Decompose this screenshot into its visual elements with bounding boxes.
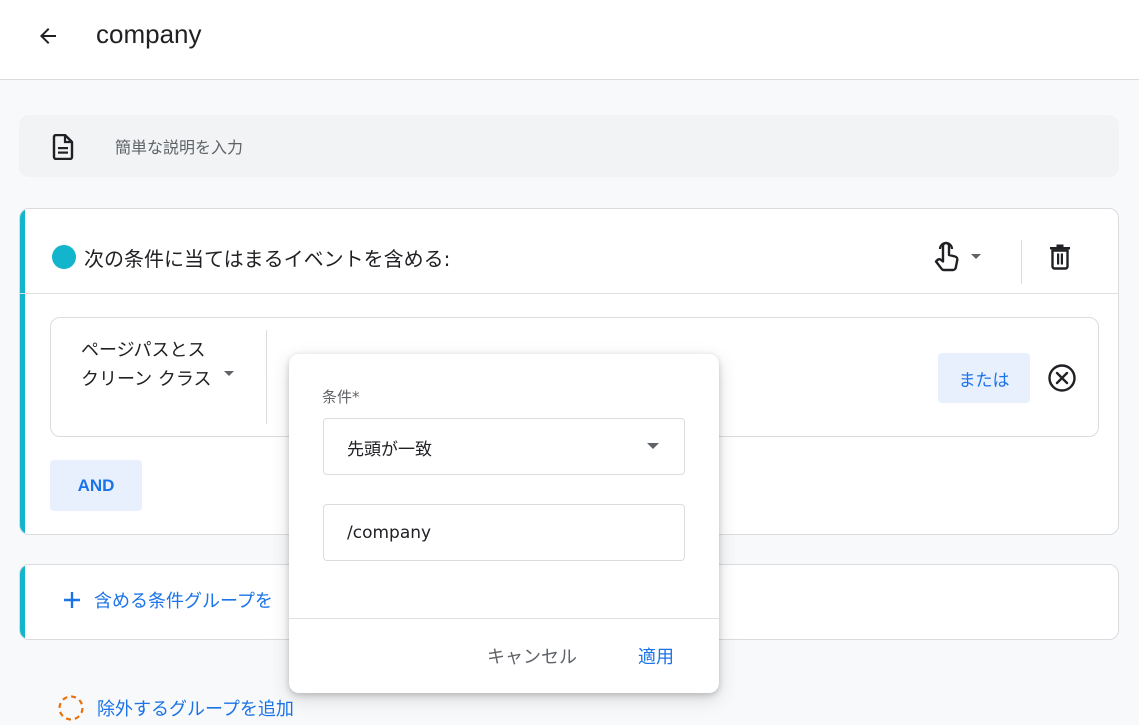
condition-value-input[interactable] (323, 504, 685, 561)
dimension-select[interactable]: ページパスとスクリーン クラス (51, 318, 266, 436)
condition-field-label: 条件* (322, 388, 360, 406)
or-button[interactable]: または (938, 353, 1030, 403)
and-button[interactable]: AND (50, 460, 142, 511)
scope-menu-button[interactable] (932, 239, 1002, 275)
top-bar: company (0, 0, 1139, 80)
caret-down-icon (224, 371, 234, 376)
delete-group-button[interactable] (1042, 239, 1078, 275)
back-button[interactable] (28, 16, 68, 56)
description-bar (19, 115, 1119, 177)
plus-icon (64, 592, 80, 608)
group-color-dot (52, 245, 76, 269)
remove-condition-button[interactable] (1046, 362, 1078, 394)
condition-popover: 条件* 先頭が一致 キャンセル 適用 (289, 354, 719, 693)
add-exclude-group-button[interactable]: 除外するグループを追加 (57, 694, 294, 722)
apply-button[interactable]: 適用 (632, 639, 680, 673)
add-include-group-button[interactable]: 含める条件グループを (62, 587, 273, 613)
match-type-value: 先頭が一致 (347, 440, 432, 460)
popover-divider (289, 618, 719, 619)
document-icon (52, 134, 74, 160)
touch-pointer-icon (934, 241, 959, 272)
description-input[interactable] (113, 131, 1017, 163)
dimension-divider (266, 330, 267, 424)
add-exclude-group-label: 除外するグループを追加 (97, 699, 294, 720)
caret-down-icon (971, 254, 981, 259)
trash-icon (1050, 244, 1070, 270)
page-title: company (96, 19, 202, 49)
header-divider (1021, 240, 1022, 284)
dashed-circle-icon (58, 695, 84, 721)
condition-group-title: 次の条件に当てはまるイベントを含める: (84, 247, 451, 271)
match-type-select[interactable]: 先頭が一致 (323, 418, 685, 475)
arrow-left-icon (40, 28, 56, 44)
condition-group-header: 次の条件に当てはまるイベントを含める: (20, 209, 1118, 294)
cancel-button[interactable]: キャンセル (479, 639, 585, 673)
dimension-label: ページパスとスクリーン クラス (81, 340, 212, 390)
caret-down-icon (647, 443, 659, 449)
add-include-group-label: 含める条件グループを (94, 591, 273, 612)
close-circle-icon (1048, 364, 1076, 392)
